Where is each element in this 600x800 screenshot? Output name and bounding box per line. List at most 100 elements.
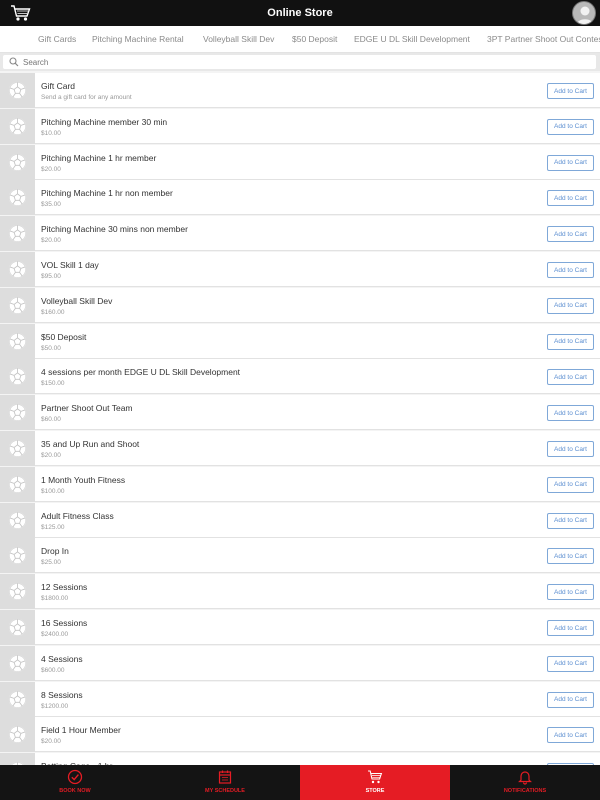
add-to-cart-button[interactable]: Add to Cart — [547, 655, 594, 672]
add-to-cart-button[interactable]: Add to Cart — [547, 476, 594, 493]
tab-label: MY SCHEDULE — [205, 788, 245, 794]
product-name: Pitching Machine 1 hr member — [41, 152, 157, 163]
category-tab[interactable]: 3PT Partner Shoot Out Contest — [487, 26, 600, 52]
product-price: $1200.00 — [41, 702, 69, 710]
add-to-cart-button[interactable]: Add to Cart — [547, 727, 594, 744]
product-thumbnail — [0, 216, 35, 252]
search-input[interactable] — [23, 56, 583, 68]
category-tab[interactable]: Volleyball Skill Dev — [203, 26, 274, 52]
product-row[interactable]: $50 Deposit $50.00 Add to Cart — [0, 323, 600, 359]
product-row[interactable]: Field 1 Hour Member $20.00 Add to Cart — [0, 717, 600, 753]
product-row[interactable]: Volleyball Skill Dev $160.00 Add to Cart — [0, 287, 600, 323]
tab-store[interactable]: STORE — [300, 765, 450, 800]
add-to-cart-button[interactable]: Add to Cart — [547, 226, 594, 243]
category-tab[interactable]: $50 Deposit — [292, 26, 337, 52]
add-to-cart-button[interactable]: Add to Cart — [547, 262, 594, 278]
product-thumbnail — [0, 108, 35, 144]
product-name: Pitching Machine 30 mins non member — [41, 224, 188, 235]
add-to-cart-button[interactable]: Add to Cart — [547, 548, 594, 565]
product-row[interactable]: 16 Sessions $2400.00 Add to Cart — [0, 610, 600, 645]
product-name: 1 Month Youth Fitness — [41, 474, 126, 485]
product-list: Gift Card Send a gift card for any amount… — [0, 73, 600, 765]
product-price: $20.00 — [41, 165, 61, 173]
product-row[interactable]: Gift Card Send a gift card for any amount… — [0, 73, 600, 108]
tab-book-now[interactable]: BOOK NOW — [0, 765, 150, 800]
category-tab[interactable]: Pitching Machine Rental — [92, 26, 184, 52]
product-thumbnail — [0, 681, 35, 717]
avatar[interactable] — [572, 1, 596, 25]
product-name: 4 sessions per month EDGE U DL Skill Dev… — [41, 367, 241, 378]
add-to-cart-button[interactable]: Add to Cart — [547, 584, 594, 601]
product-name: $50 Deposit — [41, 331, 87, 342]
product-price: $160.00 — [41, 308, 65, 316]
tab-label: NOTIFICATIONS — [503, 788, 547, 794]
product-name: 35 and Up Run and Shoot — [41, 439, 140, 449]
product-price: $50.00 — [41, 344, 61, 352]
product-name: Pitching Machine 1 hr non member — [41, 188, 173, 199]
product-row[interactable]: 4 Sessions $600.00 Add to Cart — [0, 645, 600, 681]
product-price: $35.00 — [41, 201, 61, 209]
product-name: Gift Card — [41, 81, 76, 91]
category-tab[interactable]: EDGE U DL Skill Development — [354, 26, 470, 52]
product-name: Partner Shoot Out Team — [41, 403, 133, 414]
product-price: $25.00 — [41, 559, 61, 567]
bottom-tab-bar: BOOK NOW MY SCHEDULE STORE NOTIFICATIONS — [0, 765, 600, 800]
product-row[interactable]: Pitching Machine 1 hr non member $35.00 Ad… — [0, 180, 600, 216]
add-to-cart-button[interactable]: Add to Cart — [547, 118, 594, 135]
product-name: 16 Sessions — [41, 618, 88, 628]
category-tab[interactable]: Gift Cards — [38, 26, 76, 52]
product-thumbnail — [0, 359, 35, 395]
search-icon — [9, 57, 19, 67]
product-row[interactable]: 8 Sessions $1200.00 Add to Cart — [0, 681, 600, 717]
product-row[interactable]: VOL Skill 1 day $95.00 Add to Cart — [0, 252, 600, 287]
product-thumbnail — [0, 323, 35, 359]
add-to-cart-button[interactable]: Add to Cart — [547, 333, 594, 350]
add-to-cart-button[interactable]: Add to Cart — [547, 369, 594, 386]
product-thumbnail — [0, 753, 35, 765]
add-to-cart-button[interactable]: Add to Cart — [547, 83, 594, 99]
product-row[interactable]: Partner Shoot Out Team $60.00 Add to Cart — [0, 395, 600, 431]
product-price: $150.00 — [41, 380, 65, 388]
product-name: 12 Sessions — [41, 582, 88, 593]
product-row[interactable]: 1 Month Youth Fitness $100.00 Add to Cart — [0, 466, 600, 502]
product-row[interactable]: Adult Fitness Class $125.00 Add to Cart — [0, 502, 600, 538]
product-price: $20.00 — [41, 237, 61, 245]
product-thumbnail — [0, 431, 35, 466]
product-price: $2400.00 — [41, 631, 69, 638]
page-title: Online Store — [267, 7, 333, 19]
add-to-cart-button[interactable]: Add to Cart — [547, 297, 594, 314]
add-to-cart-button[interactable]: Add to Cart — [547, 441, 594, 457]
product-row[interactable]: Pitching Machine member 30 min $10.00 Add … — [0, 108, 600, 144]
product-row[interactable]: Drop In $25.00 Add to Cart — [0, 538, 600, 574]
add-to-cart-button[interactable]: Add to Cart — [547, 620, 594, 636]
product-row[interactable]: 35 and Up Run and Shoot $20.00 Add to Cart — [0, 431, 600, 466]
product-row[interactable]: Batting Cage - 1 hrAdd to Cart — [0, 753, 600, 765]
product-thumbnail — [0, 395, 35, 431]
product-price: $20.00 — [41, 452, 61, 459]
tab-notifications[interactable]: NOTIFICATIONS — [450, 765, 600, 800]
product-thumbnail — [0, 538, 35, 574]
product-row[interactable]: 12 Sessions $1800.00 Add to Cart — [0, 574, 600, 610]
tab-label: BOOK NOW — [59, 788, 91, 794]
add-to-cart-button[interactable]: Add to Cart — [547, 691, 594, 708]
product-name: VOL Skill 1 day — [41, 260, 99, 270]
product-thumbnail — [0, 73, 35, 108]
product-row[interactable]: Pitching Machine 1 hr member $20.00 Add to… — [0, 144, 600, 180]
product-name: 4 Sessions — [41, 653, 83, 664]
product-thumbnail — [0, 287, 35, 323]
product-row[interactable]: Pitching Machine 30 mins non member $20.0… — [0, 216, 600, 252]
product-price: $95.00 — [41, 273, 61, 280]
product-name: Drop In — [41, 546, 69, 557]
product-thumbnail — [0, 610, 35, 645]
add-to-cart-button[interactable]: Add to Cart — [547, 154, 594, 171]
add-to-cart-button[interactable]: Add to Cart — [547, 405, 594, 422]
product-name: 8 Sessions — [41, 689, 83, 700]
add-to-cart-button[interactable]: Add to Cart — [547, 190, 594, 207]
add-to-cart-button[interactable]: Add to Cart — [547, 512, 594, 529]
tab-my-schedule[interactable]: MY SCHEDULE — [150, 765, 300, 800]
tab-label: STORE — [365, 788, 385, 794]
product-name: Pitching Machine member 30 min — [41, 116, 168, 127]
product-name: Volleyball Skill Dev — [41, 295, 113, 306]
product-thumbnail — [0, 144, 35, 180]
product-row[interactable]: 4 sessions per month EDGE U DL Skill Dev… — [0, 359, 600, 395]
